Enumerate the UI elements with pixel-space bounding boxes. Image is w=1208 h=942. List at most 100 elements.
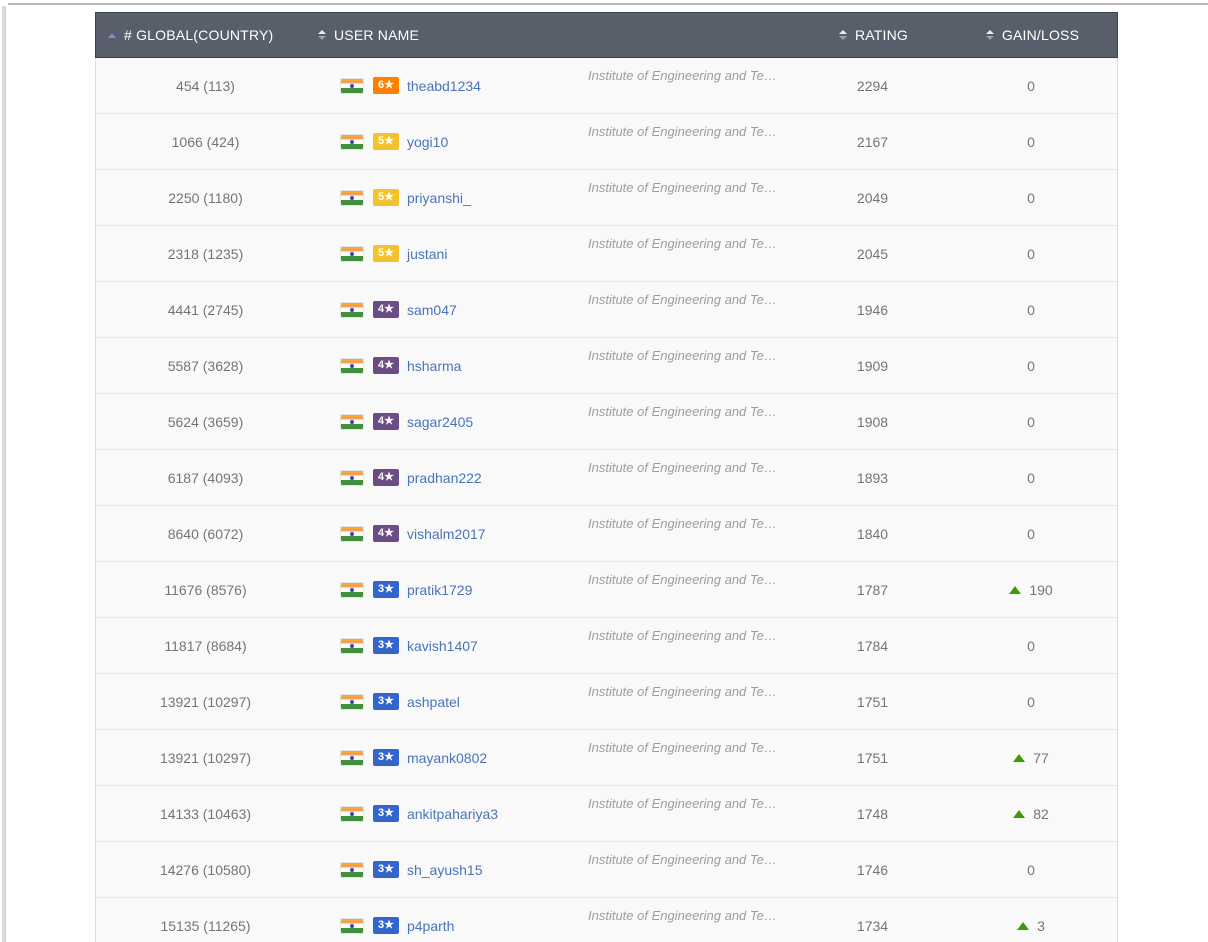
gain-up-icon <box>1017 921 1030 930</box>
column-label-rating: RATING <box>854 27 909 43</box>
institute-cell: Institute of Engineering and Te… <box>570 394 800 449</box>
institute-text: Institute of Engineering and Te… <box>588 516 777 531</box>
username-link[interactable]: theabd1234 <box>407 78 481 94</box>
username-link[interactable]: ankitpahariya3 <box>407 806 498 822</box>
rating-value: 1893 <box>856 469 889 486</box>
rating-cell: 2167 <box>800 114 945 169</box>
username-link[interactable]: kavish1407 <box>407 638 478 654</box>
star-rating-badge: 3★ <box>373 749 399 766</box>
rating-value: 1908 <box>856 413 889 430</box>
table-row: 8640 (6072) 4★ vishalm2017 Institute of … <box>96 506 1117 562</box>
gain-loss-cell: 0 <box>945 674 1117 729</box>
india-flag-icon <box>340 77 364 94</box>
username-link[interactable]: sh_ayush15 <box>407 862 483 878</box>
institute-cell: Institute of Engineering and Te… <box>570 674 800 729</box>
rating-value: 2049 <box>856 189 889 206</box>
column-header-gainloss[interactable]: GAIN/LOSS <box>946 13 1119 57</box>
table-header: # GLOBAL(COUNTRY) USER NAME RATING GAIN/… <box>95 12 1118 58</box>
global-country-rank-value: 13921 (10297) <box>159 693 252 710</box>
institute-text: Institute of Engineering and Te… <box>588 236 777 251</box>
rating-value: 2045 <box>856 245 889 262</box>
rating-value: 1734 <box>856 917 889 934</box>
rating-cell: 1748 <box>800 786 945 841</box>
username-link[interactable]: yogi10 <box>407 134 448 150</box>
institute-cell: Institute of Engineering and Te… <box>570 562 800 617</box>
table-row: 14276 (10580) 3★ sh_ayush15 Institute of… <box>96 842 1117 898</box>
table-row: 14133 (10463) 3★ ankitpahariya3 Institut… <box>96 786 1117 842</box>
table-row: 2250 (1180) 5★ priyanshi_ Institute of E… <box>96 170 1117 226</box>
table-row: 6187 (4093) 4★ pradhan222 Institute of E… <box>96 450 1117 506</box>
username-link[interactable]: vishalm2017 <box>407 526 486 542</box>
india-flag-icon <box>340 637 364 654</box>
sort-icon <box>986 30 994 40</box>
india-flag-icon <box>340 805 364 822</box>
username-link[interactable]: sam047 <box>407 302 457 318</box>
india-flag-icon <box>340 693 364 710</box>
user-cell: 4★ pradhan222 <box>315 450 570 505</box>
global-country-rank-value: 2250 (1180) <box>168 189 243 206</box>
institute-text: Institute of Engineering and Te… <box>588 404 777 419</box>
institute-cell: Institute of Engineering and Te… <box>570 450 800 505</box>
institute-cell: Institute of Engineering and Te… <box>570 58 800 113</box>
user-cell: 3★ pratik1729 <box>315 562 570 617</box>
username-link[interactable]: pradhan222 <box>407 470 482 486</box>
username-link[interactable]: hsharma <box>407 358 461 374</box>
gain-loss-value: 0 <box>1027 133 1035 150</box>
column-header-global-rank[interactable]: # GLOBAL(COUNTRY) <box>96 13 316 57</box>
gain-loss-cell: 0 <box>945 450 1117 505</box>
gain-up-icon <box>1009 585 1022 594</box>
star-rating-badge: 4★ <box>373 357 399 374</box>
rating-value: 1840 <box>856 525 889 542</box>
star-rating-badge: 4★ <box>373 469 399 486</box>
institute-cell: Institute of Engineering and Te… <box>570 170 800 225</box>
user-cell: 6★ theabd1234 <box>315 58 570 113</box>
india-flag-icon <box>340 245 364 262</box>
gain-loss-value: 77 <box>1033 749 1049 766</box>
user-cell: 4★ sagar2405 <box>315 394 570 449</box>
table-row: 15135 (11265) 3★ p4parth Institute of En… <box>96 898 1117 942</box>
column-header-username[interactable]: USER NAME <box>316 13 571 57</box>
rating-value: 1751 <box>856 693 889 710</box>
global-country-rank-value: 5624 (3659) <box>167 413 244 430</box>
column-header-rating[interactable]: RATING <box>801 13 946 57</box>
institute-cell: Institute of Engineering and Te… <box>570 226 800 281</box>
global-country-rank-value: 13921 (10297) <box>159 749 252 766</box>
star-rating-badge: 5★ <box>373 133 399 150</box>
username-link[interactable]: pratik1729 <box>407 582 472 598</box>
institute-cell: Institute of Engineering and Te… <box>570 842 800 897</box>
rating-value: 1748 <box>856 805 889 822</box>
institute-text: Institute of Engineering and Te… <box>588 124 777 139</box>
username-link[interactable]: justani <box>407 246 447 262</box>
star-rating-badge: 4★ <box>373 525 399 542</box>
gain-loss-value: 0 <box>1027 77 1035 94</box>
india-flag-icon <box>340 357 364 374</box>
gain-loss-value: 0 <box>1027 693 1035 710</box>
username-link[interactable]: priyanshi_ <box>407 190 471 206</box>
table-row: 2318 (1235) 5★ justani Institute of Engi… <box>96 226 1117 282</box>
rank-cell: 2318 (1235) <box>96 226 315 281</box>
window-left-edge <box>2 6 6 942</box>
username-link[interactable]: sagar2405 <box>407 414 473 430</box>
star-rating-badge: 3★ <box>373 917 399 934</box>
rating-cell: 1787 <box>800 562 945 617</box>
india-flag-icon <box>340 861 364 878</box>
rank-cell: 11817 (8684) <box>96 618 315 673</box>
rating-cell: 1946 <box>800 282 945 337</box>
rating-value: 2167 <box>856 133 889 150</box>
star-rating-badge: 3★ <box>373 637 399 654</box>
rank-cell: 14276 (10580) <box>96 842 315 897</box>
star-rating-badge: 4★ <box>373 301 399 318</box>
global-country-rank-value: 1066 (424) <box>171 133 240 150</box>
username-link[interactable]: ashpatel <box>407 694 460 710</box>
gain-loss-value: 0 <box>1027 245 1035 262</box>
global-country-rank-value: 2318 (1235) <box>167 245 244 262</box>
gain-loss-value: 3 <box>1037 917 1045 934</box>
rating-cell: 1909 <box>800 338 945 393</box>
gain-loss-value: 0 <box>1027 413 1035 430</box>
star-rating-badge: 6★ <box>373 77 399 94</box>
institute-cell: Institute of Engineering and Te… <box>570 282 800 337</box>
gain-loss-value: 0 <box>1027 861 1035 878</box>
username-link[interactable]: mayank0802 <box>407 750 487 766</box>
table-row: 11676 (8576) 3★ pratik1729 Institute of … <box>96 562 1117 618</box>
username-link[interactable]: p4parth <box>407 918 454 934</box>
